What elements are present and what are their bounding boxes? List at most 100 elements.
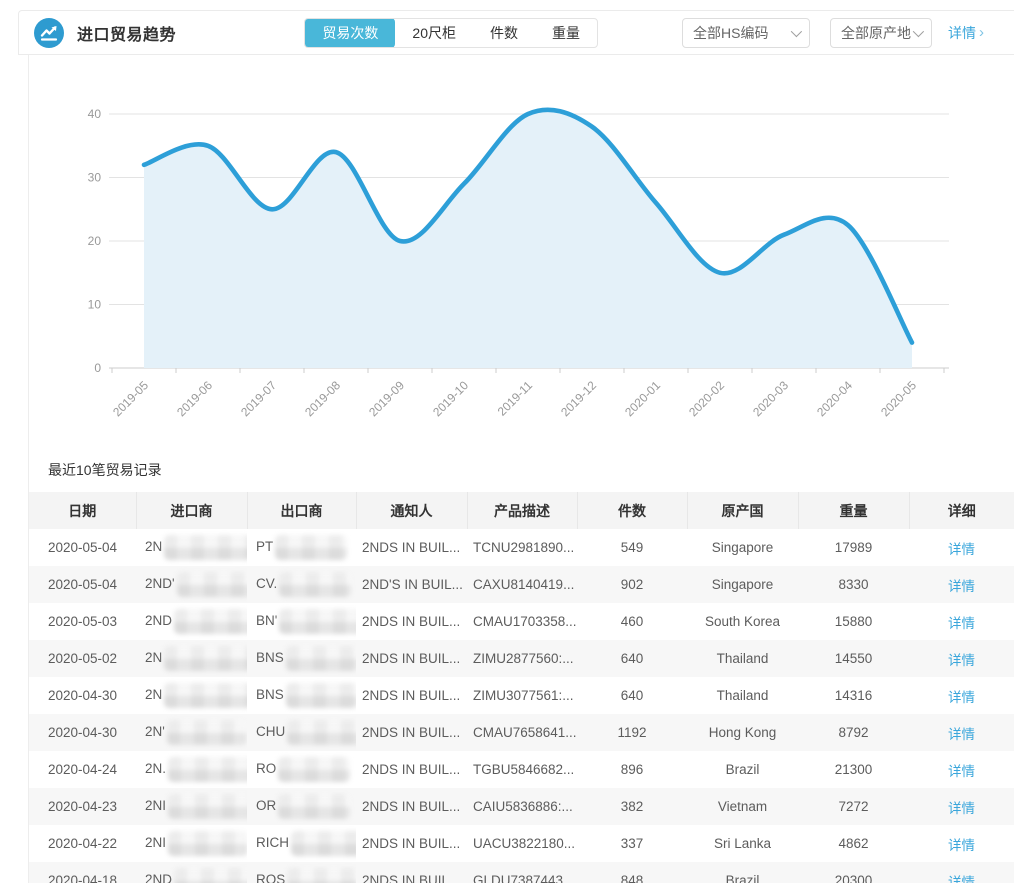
cell-detail: 详情 — [909, 825, 1014, 862]
cell-importer: 2NI — [136, 788, 247, 825]
svg-text:2020-01: 2020-01 — [622, 378, 663, 419]
cell-detail: 详情 — [909, 862, 1014, 883]
cell-notify: 2NDS IN BUIL... — [356, 751, 467, 788]
table-row: 2020-04-23 2NI OR 2NDS IN BUIL... CAIU58… — [29, 788, 1014, 825]
recent-trades-title: 最近10笔贸易记录 — [29, 458, 1014, 492]
row-detail-link[interactable]: 详情 — [948, 838, 975, 853]
svg-text:2019-10: 2019-10 — [430, 378, 471, 419]
col-origin: 原产国 — [687, 492, 798, 529]
row-detail-link[interactable]: 详情 — [948, 616, 975, 631]
cell-notify: 2NDS IN BUIL... — [356, 862, 467, 883]
table-row: 2020-04-18 2ND. ROS 2NDS IN BUIL... GLDU… — [29, 862, 1014, 883]
cell-weight: 7272 — [798, 788, 909, 825]
cell-date: 2020-04-18 — [29, 862, 136, 883]
redacted-exporter-name — [278, 757, 350, 782]
svg-text:0: 0 — [94, 361, 101, 375]
cell-product: ZIMU3077561:... — [467, 677, 577, 714]
redacted-importer-name — [167, 720, 247, 745]
row-detail-link[interactable]: 详情 — [948, 690, 975, 705]
redacted-importer-name — [177, 572, 247, 597]
cell-importer: 2N. — [136, 751, 247, 788]
cell-exporter: BNS — [247, 640, 356, 677]
tab-quantity[interactable]: 件数 — [473, 18, 535, 48]
import-trade-trend-page: 进口贸易趋势 贸易次数 20尺柜 件数 重量 全部HS编码 全部原产地 详情 ›… — [0, 0, 1014, 883]
cell-qty: 337 — [577, 825, 687, 862]
tab-trade-count[interactable]: 贸易次数 — [305, 18, 395, 48]
cell-importer: 2NI — [136, 825, 247, 862]
cell-importer: 2N — [136, 529, 247, 566]
svg-text:2020-04: 2020-04 — [814, 378, 855, 419]
content-card: 0102030402019-052019-062019-072019-08201… — [28, 55, 1014, 883]
cell-notify: 2NDS IN BUIL... — [356, 640, 467, 677]
chevron-right-icon: › — [979, 24, 984, 41]
row-detail-link[interactable]: 详情 — [948, 542, 975, 557]
row-detail-link[interactable]: 详情 — [948, 579, 975, 594]
svg-text:2019-06: 2019-06 — [174, 378, 215, 419]
trade-trend-chart: 0102030402019-052019-062019-072019-08201… — [29, 55, 1014, 453]
col-date: 日期 — [29, 492, 136, 529]
tab-20ft-container[interactable]: 20尺柜 — [395, 18, 473, 48]
cell-notify: 2ND'S IN BUIL... — [356, 566, 467, 603]
cell-product: TGBU5846682... — [467, 751, 577, 788]
cell-exporter: BN' — [247, 603, 356, 640]
col-weight: 重量 — [798, 492, 909, 529]
tab-weight[interactable]: 重量 — [535, 18, 597, 48]
row-detail-link[interactable]: 详情 — [948, 875, 975, 883]
table-row: 2020-04-30 2N BNS 2NDS IN BUIL... ZIMU30… — [29, 677, 1014, 714]
cell-detail: 详情 — [909, 751, 1014, 788]
redacted-exporter-name — [286, 683, 356, 708]
origin-select[interactable]: 全部原产地 — [830, 18, 932, 48]
row-detail-link[interactable]: 详情 — [948, 764, 975, 779]
col-notify: 通知人 — [356, 492, 467, 529]
redacted-importer-name — [168, 831, 247, 856]
cell-qty: 1192 — [577, 714, 687, 751]
cell-qty: 640 — [577, 640, 687, 677]
redacted-importer-name — [164, 683, 247, 708]
redacted-importer-name — [168, 757, 247, 782]
cell-product: CMAU7658641... — [467, 714, 577, 751]
cell-product: CMAU1703358... — [467, 603, 577, 640]
cell-notify: 2NDS IN BUIL... — [356, 714, 467, 751]
table-row: 2020-04-24 2N. RO 2NDS IN BUIL... TGBU58… — [29, 751, 1014, 788]
redacted-importer-name — [174, 868, 247, 883]
cell-product: UACU3822180... — [467, 825, 577, 862]
svg-text:2020-05: 2020-05 — [878, 378, 919, 419]
cell-weight: 8792 — [798, 714, 909, 751]
table-row: 2020-05-04 2ND' CV. 2ND'S IN BUIL... CAX… — [29, 566, 1014, 603]
row-detail-link[interactable]: 详情 — [948, 653, 975, 668]
row-detail-link[interactable]: 详情 — [948, 727, 975, 742]
redacted-exporter-name — [275, 535, 347, 560]
cell-weight: 20300 — [798, 862, 909, 883]
cell-detail: 详情 — [909, 714, 1014, 751]
redacted-importer-name — [174, 609, 247, 634]
cell-origin: Vietnam — [687, 788, 798, 825]
col-qty: 件数 — [577, 492, 687, 529]
cell-notify: 2NDS IN BUIL... — [356, 603, 467, 640]
svg-text:2020-03: 2020-03 — [750, 378, 791, 419]
cell-origin: Brazil — [687, 862, 798, 883]
cell-qty: 848 — [577, 862, 687, 883]
cell-importer: 2N — [136, 677, 247, 714]
svg-text:40: 40 — [88, 107, 102, 121]
svg-text:2019-12: 2019-12 — [558, 378, 599, 419]
redacted-importer-name — [164, 535, 247, 560]
cell-date: 2020-04-24 — [29, 751, 136, 788]
header-detail-link[interactable]: 详情 › — [948, 23, 984, 43]
cell-date: 2020-05-03 — [29, 603, 136, 640]
redacted-importer-name — [168, 794, 247, 819]
col-importer: 进口商 — [136, 492, 247, 529]
cell-product: CAIU5836886:... — [467, 788, 577, 825]
header-detail-link-label: 详情 — [948, 23, 976, 43]
hs-code-select[interactable]: 全部HS编码 — [682, 18, 810, 48]
cell-notify: 2NDS IN BUIL... — [356, 788, 467, 825]
cell-qty: 640 — [577, 677, 687, 714]
cell-exporter: ROS — [247, 862, 356, 883]
row-detail-link[interactable]: 详情 — [948, 801, 975, 816]
cell-detail: 详情 — [909, 603, 1014, 640]
cell-detail: 详情 — [909, 529, 1014, 566]
cell-exporter: CV. — [247, 566, 356, 603]
cell-qty: 896 — [577, 751, 687, 788]
cell-origin: Hong Kong — [687, 714, 798, 751]
svg-text:2020-02: 2020-02 — [686, 378, 727, 419]
svg-text:2019-08: 2019-08 — [302, 378, 343, 419]
